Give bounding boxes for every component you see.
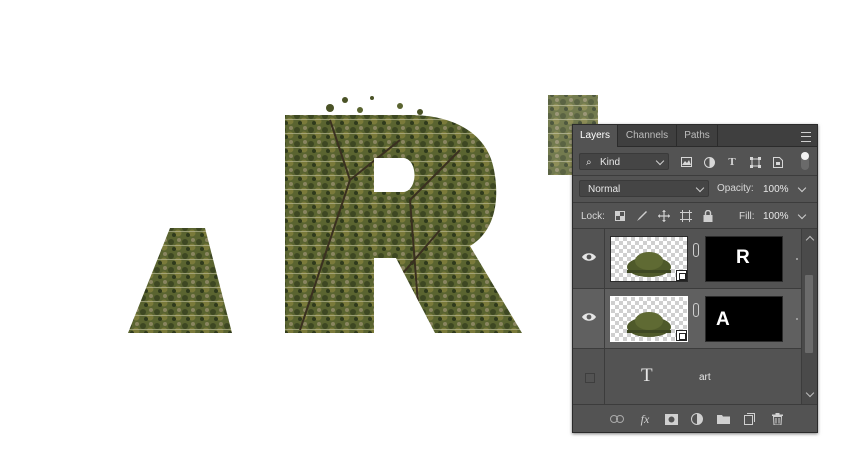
letter-r-texture bbox=[285, 115, 522, 333]
opacity-field[interactable]: 100% bbox=[759, 180, 811, 197]
layer-thumbnail[interactable] bbox=[610, 236, 688, 282]
opacity-value: 100% bbox=[763, 184, 789, 195]
panel-tab-bar: Layers Channels Paths bbox=[573, 125, 817, 147]
divider bbox=[573, 175, 817, 176]
panel-menu-icon[interactable] bbox=[801, 132, 811, 142]
delete-layer-trash-icon[interactable] bbox=[769, 411, 785, 427]
smart-object-badge-icon bbox=[676, 330, 687, 341]
lock-position-icon[interactable] bbox=[657, 209, 671, 223]
smart-object-badge-icon bbox=[676, 270, 687, 281]
layer-mask-thumbnail[interactable]: A bbox=[705, 296, 783, 342]
new-group-folder-icon[interactable] bbox=[715, 411, 731, 427]
smart-object-filter-icon[interactable] bbox=[771, 155, 785, 169]
layer-options-dot bbox=[796, 318, 798, 320]
type-layer-filter-icon[interactable]: T bbox=[725, 155, 739, 169]
link-icon[interactable] bbox=[693, 243, 699, 257]
layer-options-dot bbox=[796, 258, 798, 260]
opacity-label: Opacity: bbox=[717, 183, 754, 194]
chevron-down-icon bbox=[797, 210, 807, 220]
link-layers-icon[interactable] bbox=[609, 411, 625, 427]
fill-value: 100% bbox=[763, 211, 789, 222]
layer-mask-thumbnail[interactable]: R bbox=[705, 236, 783, 282]
lock-transparent-pixels-icon[interactable] bbox=[613, 209, 627, 223]
layers-panel: Layers Channels Paths ⌕ Kind T Normal Op… bbox=[572, 124, 818, 433]
scroll-up-icon[interactable] bbox=[805, 235, 815, 245]
chevron-down-icon bbox=[655, 156, 665, 166]
scroll-down-icon[interactable] bbox=[805, 388, 815, 398]
chevron-down-icon bbox=[797, 183, 807, 193]
adjustment-layer-filter-icon[interactable] bbox=[702, 155, 716, 169]
type-layer-icon: T bbox=[641, 365, 653, 386]
layer-name: art bbox=[699, 372, 711, 383]
lock-image-pixels-icon[interactable] bbox=[635, 209, 649, 223]
layers-footer-toolbar: fx bbox=[573, 404, 817, 432]
layer-row-r-mask[interactable]: R bbox=[573, 229, 801, 289]
filter-kind-label: Kind bbox=[600, 157, 621, 168]
lock-artboard-icon[interactable] bbox=[679, 209, 693, 223]
scrollbar-thumb[interactable] bbox=[805, 275, 813, 353]
layers-scrollbar[interactable] bbox=[801, 229, 817, 404]
add-mask-icon[interactable] bbox=[663, 411, 679, 427]
tab-paths[interactable]: Paths bbox=[677, 125, 718, 146]
blend-mode-value: Normal bbox=[588, 184, 621, 195]
tab-layers[interactable]: Layers bbox=[573, 125, 618, 147]
blend-mode-dropdown[interactable]: Normal bbox=[579, 180, 709, 197]
mask-letter: A bbox=[716, 309, 730, 330]
fx-icon[interactable]: fx bbox=[637, 411, 653, 427]
lock-all-icon[interactable] bbox=[701, 209, 715, 223]
eye-icon[interactable] bbox=[581, 251, 597, 263]
fill-field[interactable]: 100% bbox=[759, 207, 811, 224]
layers-list: R A T art bbox=[573, 229, 801, 404]
new-adjustment-layer-icon[interactable] bbox=[689, 411, 705, 427]
divider bbox=[573, 202, 817, 203]
layer-thumbnail[interactable] bbox=[610, 296, 688, 342]
chevron-down-icon bbox=[695, 183, 705, 193]
pixel-layer-filter-icon[interactable] bbox=[679, 155, 693, 169]
fill-label: Fill: bbox=[739, 211, 755, 222]
link-icon[interactable] bbox=[693, 303, 699, 317]
filter-kind-dropdown[interactable]: ⌕ Kind bbox=[579, 153, 669, 170]
shape-layer-filter-icon[interactable] bbox=[748, 155, 762, 169]
lock-label: Lock: bbox=[581, 211, 605, 222]
new-layer-icon[interactable] bbox=[741, 411, 757, 427]
letter-a-texture bbox=[128, 228, 232, 333]
mask-letter: R bbox=[736, 247, 750, 268]
filter-toggle-switch[interactable] bbox=[801, 152, 809, 170]
layer-row-art-text[interactable]: T art bbox=[573, 349, 801, 404]
search-icon: ⌕ bbox=[586, 157, 592, 168]
layer-row-a-mask[interactable]: A bbox=[573, 289, 801, 349]
eye-icon[interactable] bbox=[581, 311, 597, 323]
foliage-spray-top bbox=[326, 96, 423, 115]
visibility-toggle-off[interactable] bbox=[585, 373, 595, 383]
tab-channels[interactable]: Channels bbox=[618, 125, 677, 146]
